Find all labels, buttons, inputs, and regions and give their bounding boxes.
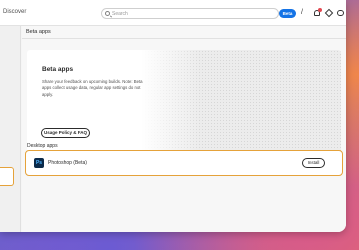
app-row: Ps Photoshop (Beta) Install	[25, 150, 343, 176]
desktop-bottom	[0, 232, 359, 250]
install-button[interactable]: Install	[302, 158, 325, 168]
top-bar: Discover Search Beta /	[0, 0, 346, 26]
notification-badge	[318, 8, 322, 12]
sidebar-item-selected[interactable]	[0, 167, 14, 186]
settings-icon[interactable]	[324, 8, 334, 18]
photoshop-icon: Ps	[34, 158, 44, 168]
banner-title: Beta apps	[42, 66, 74, 73]
banner-fade	[141, 50, 201, 154]
page-title: Beta apps	[26, 29, 51, 35]
search-input[interactable]: Search	[101, 8, 279, 19]
banner-description: Share your feedback on upcoming builds. …	[42, 79, 143, 97]
header-divider	[22, 38, 346, 39]
slash-separator: /	[301, 9, 303, 16]
usage-policy-button[interactable]: Usage Policy & FAQ	[41, 128, 90, 138]
cloud-icon[interactable]	[337, 10, 344, 16]
beta-banner: Beta apps Share your feedback on upcomin…	[27, 50, 341, 154]
main-content: Beta apps Beta apps Share your feedback …	[22, 26, 346, 232]
beta-button[interactable]: Beta	[279, 9, 296, 18]
app-name: Photoshop (Beta)	[48, 160, 87, 166]
app-window: Discover Search Beta / Beta apps Beta ap…	[0, 0, 346, 232]
section-label: Desktop apps	[27, 143, 58, 149]
sidebar	[0, 26, 21, 232]
window-title: Discover	[3, 9, 27, 15]
search-icon	[105, 11, 110, 16]
search-placeholder: Search	[112, 10, 128, 17]
